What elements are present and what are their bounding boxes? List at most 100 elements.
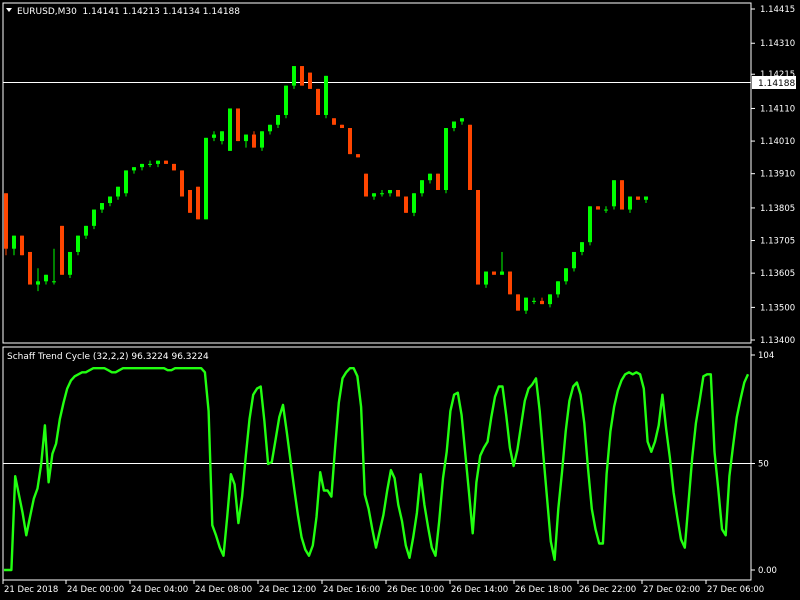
- time-tick-label: 24 Dec 00:00: [67, 585, 124, 595]
- candle-body: [124, 170, 128, 194]
- price-tick-label: 1.13910: [760, 170, 795, 180]
- candle-body: [116, 186, 120, 197]
- candle: [436, 173, 440, 190]
- candle-body: [188, 189, 192, 213]
- candle-body: [524, 297, 528, 311]
- trading-chart[interactable]: 1.144151.143101.142151.141101.140101.139…: [0, 0, 800, 600]
- candle-body: [372, 193, 376, 197]
- candle-body: [412, 193, 416, 213]
- candle-body: [556, 281, 560, 295]
- candle-body: [452, 121, 456, 129]
- candle: [236, 108, 240, 142]
- candle: [612, 180, 616, 210]
- price-tick-label: 1.14415: [760, 5, 795, 15]
- candle-body: [564, 268, 568, 282]
- candle-body: [548, 294, 552, 305]
- candle: [340, 124, 344, 129]
- candle-body: [164, 160, 168, 164]
- candle-body: [92, 209, 96, 226]
- current-price-label: 1.14188: [758, 79, 795, 89]
- candle-body: [44, 274, 48, 282]
- candle: [332, 118, 336, 125]
- candle: [508, 271, 512, 295]
- price-tick-label: 1.14110: [760, 104, 795, 114]
- candle: [588, 206, 592, 246]
- candle-body: [348, 128, 352, 155]
- candle: [228, 108, 232, 151]
- candle-body: [108, 196, 112, 204]
- candle-body: [532, 300, 536, 302]
- candle-body: [340, 124, 344, 129]
- candle-body: [540, 300, 544, 305]
- candle: [596, 206, 600, 210]
- candle: [28, 251, 32, 285]
- time-tick-label: 26 Dec 18:00: [515, 585, 572, 595]
- candle: [292, 66, 296, 89]
- candle-body: [172, 163, 176, 171]
- candle-body: [180, 170, 184, 197]
- candle-body: [244, 134, 248, 142]
- candle: [444, 128, 448, 194]
- candle-body: [428, 173, 432, 181]
- candle: [68, 251, 72, 279]
- candle: [4, 193, 8, 256]
- candle-body: [212, 134, 216, 138]
- candle: [348, 128, 352, 155]
- candle-body: [252, 134, 256, 148]
- price-tick-label: 1.13605: [760, 269, 795, 279]
- time-tick-label: 24 Dec 16:00: [323, 585, 380, 595]
- candle: [284, 85, 288, 119]
- candle-body: [68, 251, 72, 275]
- candle-body: [316, 88, 320, 115]
- candle: [412, 193, 416, 217]
- candle-body: [148, 163, 152, 165]
- price-tick-label: 1.14010: [760, 137, 795, 147]
- candle: [516, 294, 520, 311]
- candle: [204, 137, 208, 220]
- candle-body: [588, 206, 592, 243]
- candle-body: [636, 196, 640, 200]
- candle: [404, 196, 408, 213]
- candle: [476, 189, 480, 285]
- time-tick-label: 24 Dec 08:00: [195, 585, 252, 595]
- indicator-tick-label: 0.00: [758, 566, 777, 576]
- price-tick-label: 1.14310: [760, 39, 795, 49]
- candle-body: [620, 180, 624, 210]
- time-tick-label: 24 Dec 04:00: [131, 585, 188, 595]
- time-tick-label: 26 Dec 10:00: [387, 585, 444, 595]
- candle-body: [380, 193, 384, 195]
- candle-body: [292, 66, 296, 86]
- candle: [316, 88, 320, 115]
- candle: [196, 186, 200, 220]
- candle: [308, 72, 312, 89]
- candle-body: [284, 85, 288, 115]
- time-tick-label: 26 Dec 14:00: [451, 585, 508, 595]
- candle-body: [324, 75, 328, 115]
- indicator-title: Schaff Trend Cycle (32,2,2) 96.3224 96.3…: [7, 352, 209, 362]
- candle-body: [356, 154, 360, 158]
- time-tick-label: 21 Dec 2018: [4, 585, 58, 595]
- candle-body: [220, 131, 224, 142]
- candle: [300, 66, 304, 86]
- candle: [188, 189, 192, 213]
- candle-body: [308, 72, 312, 89]
- candle-body: [268, 124, 272, 132]
- time-tick-label: 26 Dec 22:00: [579, 585, 636, 595]
- candle-body: [572, 251, 576, 269]
- time-tick-label: 27 Dec 06:00: [707, 585, 764, 595]
- candle-body: [500, 271, 504, 275]
- candle-body: [36, 281, 40, 285]
- price-tick-label: 1.13500: [760, 303, 795, 313]
- candle-body: [204, 137, 208, 220]
- candle: [124, 170, 128, 197]
- candle-body: [332, 118, 336, 125]
- time-tick-label: 24 Dec 12:00: [259, 585, 316, 595]
- price-tick-label: 1.13705: [760, 237, 795, 247]
- candle-body: [300, 66, 304, 86]
- candle-body: [444, 128, 448, 190]
- candle-body: [388, 189, 392, 194]
- candle-body: [28, 251, 32, 285]
- price-tick-label: 1.13400: [760, 336, 795, 346]
- candle: [60, 225, 64, 275]
- candle: [364, 173, 368, 197]
